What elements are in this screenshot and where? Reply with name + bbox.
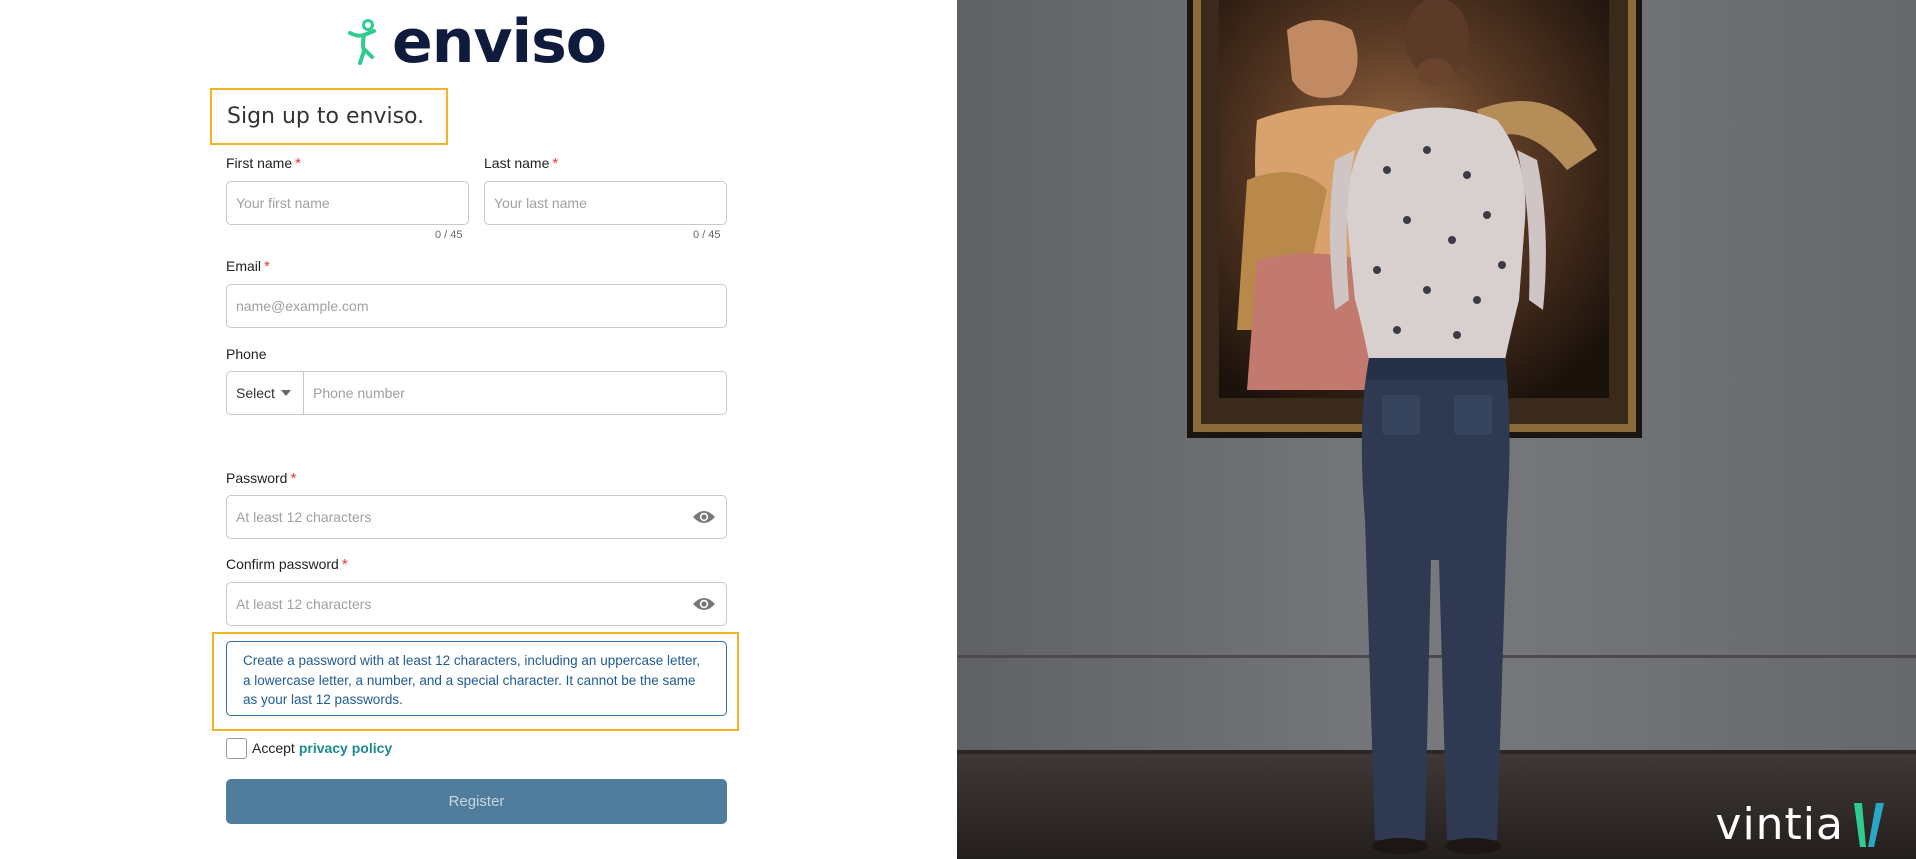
accept-label: Accept [252,740,295,756]
eye-icon[interactable] [692,509,716,525]
vintia-wordmark: vintia [1715,799,1844,850]
email-field[interactable]: name@example.com [226,284,727,328]
signup-form-panel: enviso Sign up to enviso. First name * Yo… [0,0,957,859]
password-field[interactable]: At least 12 characters [226,495,727,539]
phone-field: Select Phone number [226,371,727,415]
phone-label: Phone [226,346,267,362]
password-label-text: Password [226,470,288,486]
hero-image-panel: vintia [957,0,1916,859]
email-label: Email * [226,258,270,275]
signup-title-box: Sign up to enviso. [210,88,448,145]
confirm-password-field[interactable]: At least 12 characters [226,582,727,626]
country-code-select-value: Select [236,385,275,401]
enviso-figure-icon [348,19,376,65]
privacy-checkbox[interactable] [226,737,247,759]
register-button[interactable]: Register [226,779,727,824]
chevron-down-icon [280,390,291,396]
required-asterisk: * [552,155,559,172]
required-asterisk: * [290,470,297,487]
first-name-label-text: First name [226,155,293,171]
required-asterisk: * [295,155,301,172]
enviso-wordmark: enviso [392,7,607,77]
confirm-password-label-text: Confirm password [226,556,339,572]
email-placeholder: name@example.com [236,298,369,314]
confirm-password-label: Confirm password * [226,556,348,573]
password-hint: Create a password with at least 12 chara… [226,641,727,716]
signup-page: enviso Sign up to enviso. First name * Yo… [0,0,1916,859]
phone-number-input[interactable]: Phone number [304,385,726,401]
required-asterisk: * [264,258,270,275]
required-asterisk: * [341,556,348,573]
password-placeholder: At least 12 characters [236,509,372,525]
email-label-text: Email [226,258,262,274]
first-name-counter: 0 / 45 [435,229,463,241]
eye-icon[interactable] [692,596,716,612]
page-title: Sign up to enviso. [227,104,425,129]
first-name-placeholder: Your first name [236,195,330,211]
first-name-label: First name * [226,155,301,172]
confirm-password-placeholder: At least 12 characters [236,596,372,612]
enviso-logo: enviso [346,7,607,77]
last-name-counter: 0 / 45 [693,229,721,241]
vintia-v-icon [1854,803,1884,847]
last-name-label-text: Last name [484,155,550,171]
museum-visitor-image [957,0,1916,859]
last-name-placeholder: Your last name [494,195,587,211]
last-name-label: Last name * [484,155,558,172]
last-name-field[interactable]: Your last name [484,181,727,225]
privacy-policy-link[interactable]: privacy policy [299,740,392,756]
first-name-field[interactable]: Your first name [226,181,469,225]
vintia-logo: vintia [1715,803,1886,847]
accept-privacy-row: Accept privacy policy [226,737,392,759]
password-label: Password * [226,470,296,487]
country-code-select[interactable]: Select [227,372,304,414]
